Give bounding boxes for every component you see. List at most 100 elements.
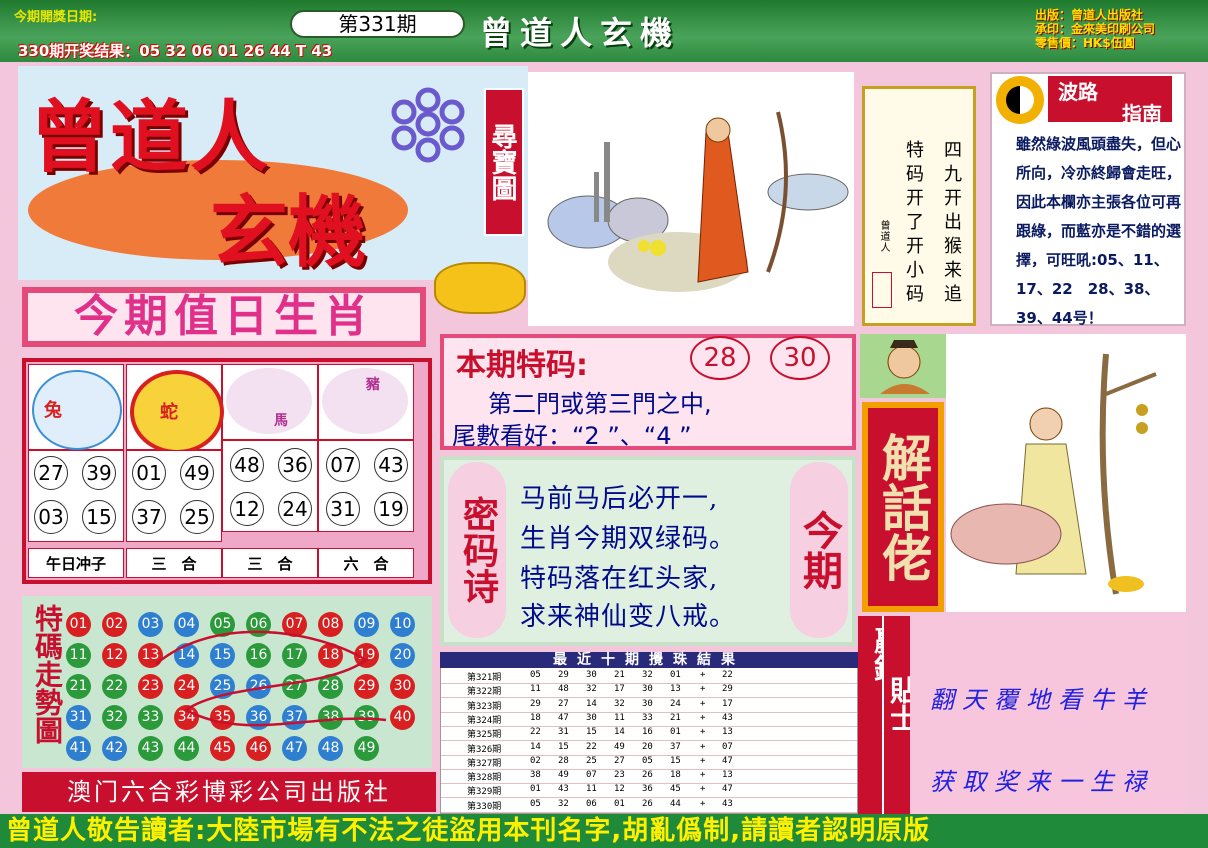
interpretation-title: 解話佬 <box>862 402 944 612</box>
zodiac-group-label: 三 合 <box>222 548 318 578</box>
publisher-banner: 澳门六合彩博彩公司出版社 <box>22 772 436 812</box>
result-number: + <box>700 798 706 809</box>
poem-column-left: 特码开了开小码 <box>903 140 924 308</box>
footer-notice: 曾道人敬告讀者:大陸市場有不法之徒盜用本刊名字,胡亂僞制,請讀者認明原版 <box>0 814 1208 848</box>
result-number: 29 <box>722 684 733 695</box>
result-number: 30 <box>586 712 597 723</box>
zodiac-number: 19 <box>374 492 408 526</box>
coin-ring-icon <box>391 87 465 163</box>
result-number: 22 <box>530 727 541 738</box>
snake-icon: 蛇 <box>130 370 224 454</box>
result-number: + <box>700 755 706 766</box>
tips-line: 翻天覆地看牛羊 <box>930 686 1154 714</box>
price-line: 零售價：HK$伍圓 <box>1035 36 1135 50</box>
result-number: + <box>700 784 706 795</box>
result-number: 22 <box>586 741 597 752</box>
result-number: 43 <box>722 798 733 809</box>
old-man-portrait <box>860 334 946 398</box>
poem-column-right: 四九开出猴来追 <box>941 140 962 308</box>
result-number: 05 <box>530 670 541 680</box>
special-number: 30 <box>770 336 830 380</box>
trend-title: 特碼走勢圖 <box>31 604 64 744</box>
result-number: 15 <box>558 741 569 752</box>
result-number: 49 <box>558 770 569 781</box>
special-number: 28 <box>690 336 750 380</box>
result-number: + <box>700 770 706 781</box>
zodiac-group-label: 六 合 <box>318 548 414 578</box>
result-number: 05 <box>642 755 653 766</box>
result-number: 20 <box>642 741 653 752</box>
code-poem-line: 生肖今期双绿码。 <box>520 524 737 554</box>
result-row-divider <box>441 811 857 813</box>
yin-yang-icon <box>996 76 1044 124</box>
zodiac-number: 03 <box>34 500 68 534</box>
zodiac-number: 36 <box>278 448 312 482</box>
zodiac-group-label: 午日冲子 <box>28 548 124 578</box>
result-number: + <box>700 670 706 680</box>
result-number: 47 <box>722 784 733 795</box>
code-poem-line: 求来神仙变八戒。 <box>520 602 737 632</box>
zodiac-number: 31 <box>326 492 360 526</box>
result-number: 21 <box>670 712 681 723</box>
special-gate-hint: 第二門或第三門之中, <box>488 390 712 418</box>
zodiac-number: 43 <box>374 448 408 482</box>
result-number: 30 <box>586 670 597 680</box>
result-number: + <box>700 727 706 738</box>
result-number: 28 <box>558 755 569 766</box>
result-number: 18 <box>530 712 541 723</box>
result-number: 32 <box>558 798 569 809</box>
result-number: 23 <box>614 770 625 781</box>
result-number: 14 <box>530 741 541 752</box>
wave-title-bottom: 指南 <box>1122 102 1162 126</box>
result-number: 24 <box>670 698 681 709</box>
result-number: 01 <box>530 784 541 795</box>
result-number: 18 <box>670 770 681 781</box>
result-issue: 第327期 <box>467 758 502 769</box>
result-number: 01 <box>614 798 625 809</box>
zodiac-number: 27 <box>34 456 68 490</box>
monk-scene-drawing <box>547 111 849 292</box>
result-number: 37 <box>670 741 681 752</box>
result-number: 11 <box>530 684 541 695</box>
wave-title-top: 波路 <box>1058 80 1098 104</box>
result-number: 02 <box>530 755 541 766</box>
result-number: 01 <box>670 727 681 738</box>
rabbit-label: 兔 <box>44 400 62 421</box>
zodiac-number: 37 <box>132 500 166 534</box>
result-number: 14 <box>614 727 625 738</box>
banner-title: 曾道人玄機 <box>480 14 681 52</box>
result-number: 01 <box>670 670 681 680</box>
result-number: + <box>700 698 706 709</box>
zodiac-number: 25 <box>180 500 214 534</box>
seal-stamp <box>872 272 892 308</box>
zodiac-number: 39 <box>82 456 116 490</box>
result-issue: 第330期 <box>467 801 502 812</box>
result-number: 13 <box>722 770 733 781</box>
result-number: 33 <box>642 712 653 723</box>
snake-label: 蛇 <box>160 402 178 423</box>
result-number: 16 <box>642 727 653 738</box>
special-code-title: 本期特码: <box>456 348 588 383</box>
result-number: 07 <box>722 741 733 752</box>
result-number: 15 <box>586 727 597 738</box>
result-number: 27 <box>614 755 625 766</box>
code-poem-line: 马前马后必开一, <box>520 484 719 514</box>
treasure-map-tag: 尋寶圖 <box>484 88 524 236</box>
result-number: 11 <box>614 712 625 723</box>
result-number: 49 <box>614 741 625 752</box>
zodiac-number: 49 <box>180 456 214 490</box>
result-number: 32 <box>642 670 653 680</box>
zodiac-number: 07 <box>326 448 360 482</box>
result-issue: 第328期 <box>467 773 502 784</box>
this-issue-tag: 今期 <box>790 462 848 638</box>
result-issue: 第322期 <box>467 687 502 698</box>
result-number: 32 <box>614 698 625 709</box>
zodiac-number: 15 <box>82 500 116 534</box>
result-number: 43 <box>722 712 733 723</box>
result-number: 25 <box>586 755 597 766</box>
result-number: 29 <box>558 670 569 680</box>
zodiac-number: 24 <box>278 492 312 526</box>
result-number: 15 <box>670 755 681 766</box>
result-number: 30 <box>642 698 653 709</box>
horse-label: 馬 <box>274 413 288 429</box>
